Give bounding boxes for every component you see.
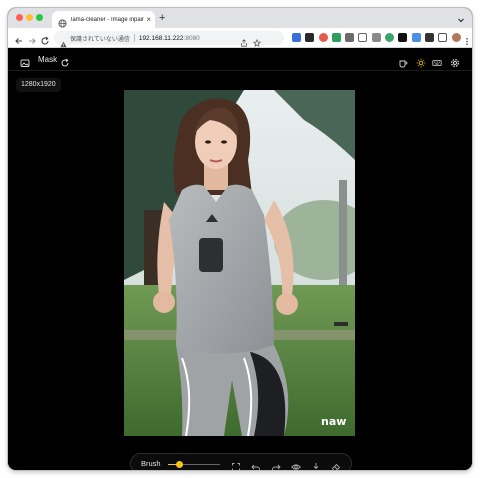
settings-icon[interactable] <box>450 55 460 68</box>
sidebar-toggle-icon[interactable] <box>438 33 448 42</box>
bookmark-star-icon[interactable] <box>252 34 262 48</box>
extension-bracket-icon[interactable] <box>358 33 368 42</box>
extension-reader-icon[interactable] <box>305 33 315 42</box>
brush-label: Brush <box>141 459 161 468</box>
extension-pin-icon[interactable] <box>371 33 381 42</box>
warning-icon[interactable] <box>60 35 67 47</box>
tab-close-icon[interactable]: × <box>146 15 151 24</box>
brush-toolbar: Brush <box>130 453 352 470</box>
brush-size-slider[interactable] <box>168 461 220 468</box>
redo-icon[interactable] <box>271 459 281 470</box>
editor-canvas-image[interactable]: naw <box>124 90 355 436</box>
app-header: Mask <box>8 49 472 71</box>
divider <box>133 34 135 42</box>
extension-dark-icon[interactable] <box>398 33 408 42</box>
tab-title: lama-cleaner - Image inpainting <box>71 16 145 23</box>
extension-record-icon[interactable] <box>318 33 328 42</box>
security-status: 保護されていない通信 <box>70 36 130 43</box>
extension-blue-icon[interactable] <box>411 33 421 42</box>
close-window-button[interactable] <box>16 14 23 21</box>
extension-translate-icon[interactable] <box>292 33 301 42</box>
new-tab-button[interactable]: + <box>159 12 165 24</box>
slider-thumb[interactable] <box>175 461 183 468</box>
keyboard-icon[interactable] <box>432 55 442 66</box>
reset-icon[interactable] <box>60 55 70 67</box>
url-host: 192.168.11.222 <box>138 34 184 42</box>
coffee-icon[interactable] <box>398 55 408 68</box>
extension-green-icon[interactable] <box>331 33 341 42</box>
puzzle-icon[interactable] <box>424 33 434 42</box>
minimize-window-button[interactable] <box>26 14 33 21</box>
chevron-down-icon[interactable] <box>456 12 466 23</box>
globe-icon <box>58 15 67 28</box>
browser-toolbar: 保護されていない通信 192.168.11.222 :8080 <box>8 28 472 48</box>
eye-icon[interactable] <box>291 459 301 470</box>
photo-watermark: naw <box>321 415 346 428</box>
theme-sun-icon[interactable] <box>416 55 426 68</box>
download-icon[interactable] <box>311 459 321 470</box>
tab-lama-cleaner[interactable]: lama-cleaner - Image inpainting × <box>52 11 155 28</box>
svg-text:naw: naw <box>321 415 346 428</box>
image-icon[interactable] <box>20 55 30 67</box>
zoom-fit-icon[interactable] <box>231 459 241 470</box>
eraser-icon[interactable] <box>331 459 341 470</box>
mask-label[interactable]: Mask <box>38 55 57 64</box>
kebab-menu-icon[interactable] <box>465 33 469 46</box>
lama-cleaner-app: Mask 1280x1920 naw Brush <box>8 49 472 470</box>
extension-gray-icon[interactable] <box>345 33 355 42</box>
reload-icon[interactable] <box>40 33 50 45</box>
extension-shield-icon[interactable] <box>385 33 395 42</box>
browser-window: lama-cleaner - Image inpainting × + 保護され… <box>8 8 472 470</box>
image-resolution-badge: 1280x1920 <box>16 78 61 92</box>
avatar[interactable] <box>451 33 461 42</box>
tab-strip: lama-cleaner - Image inpainting × + <box>8 8 472 28</box>
maximize-window-button[interactable] <box>36 14 43 21</box>
back-icon[interactable] <box>14 33 24 44</box>
url-port: :8080 <box>183 34 200 42</box>
extensions-row <box>292 33 469 46</box>
share-icon[interactable] <box>240 34 248 47</box>
undo-icon[interactable] <box>251 459 261 470</box>
forward-icon[interactable] <box>27 33 37 44</box>
